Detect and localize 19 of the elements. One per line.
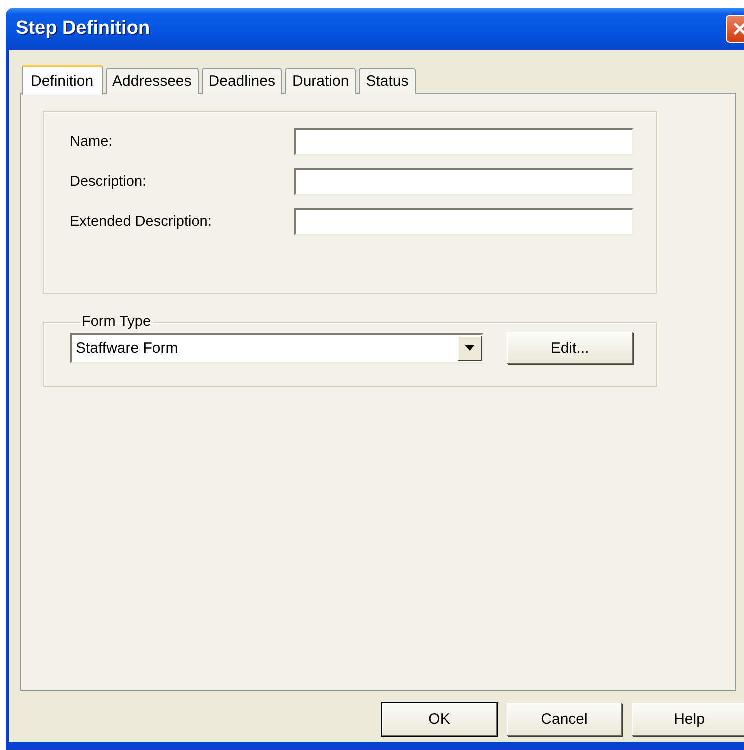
close-icon [733, 21, 744, 37]
group-legend: Form Type [80, 314, 154, 330]
form-type-dropdown[interactable]: Staffware Form [70, 332, 484, 364]
tab[interactable]: Duration [285, 68, 356, 94]
dialog-button[interactable]: Cancel [507, 703, 622, 736]
field-label: Extended Description: [70, 214, 213, 230]
field-label: Description: [70, 174, 148, 190]
dialog-button[interactable]: Help [632, 703, 744, 736]
input-field[interactable] [294, 208, 634, 236]
input-field[interactable] [294, 128, 634, 156]
dialog-button[interactable]: OK [382, 703, 497, 736]
edit-button[interactable]: Edit... [507, 332, 633, 364]
input-field[interactable] [294, 168, 634, 196]
tab[interactable]: Status [359, 68, 416, 94]
window-title: Step Definition [16, 18, 152, 40]
field-label: Name: [70, 134, 114, 150]
tab[interactable]: Deadlines [202, 68, 282, 94]
tab[interactable]: Addressees [106, 68, 199, 94]
tab[interactable]: Definition [22, 65, 103, 95]
